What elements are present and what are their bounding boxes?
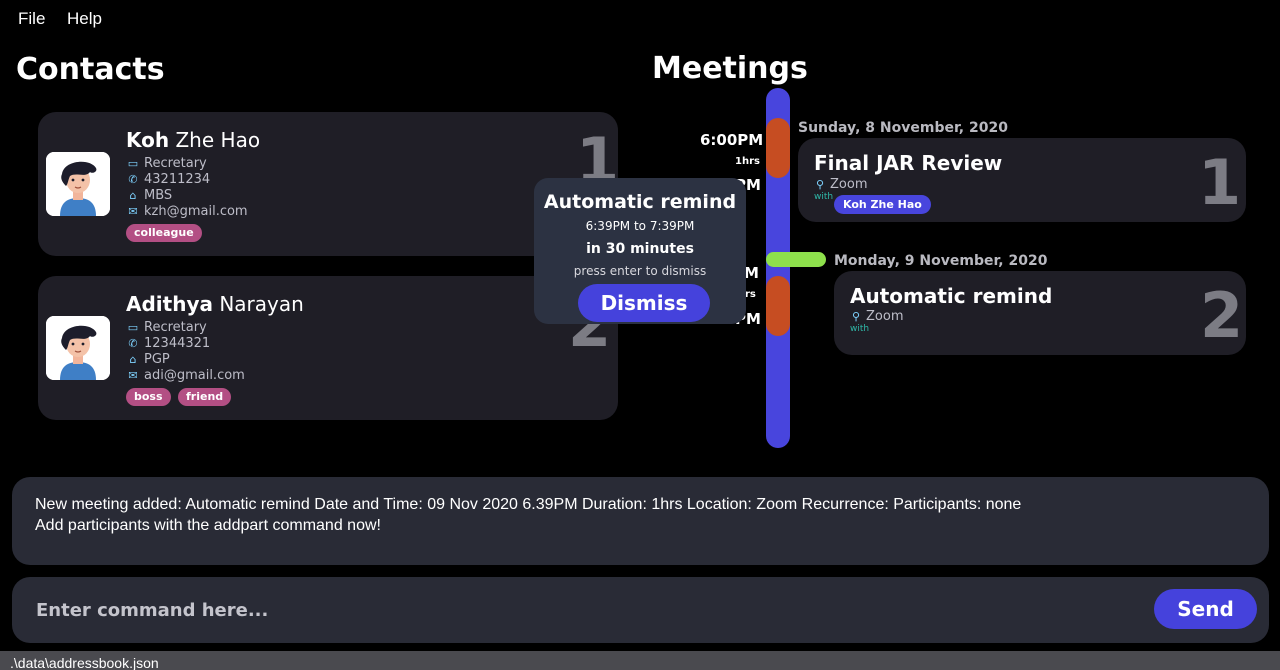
contact-email: ✉ adi@gmail.com xyxy=(126,368,244,384)
tag-badge: colleague xyxy=(126,224,202,242)
contact-name: Adithya Narayan xyxy=(126,292,304,316)
meeting-date: Sunday, 8 November, 2020 xyxy=(798,120,1008,136)
contacts-title: Contacts xyxy=(16,52,165,87)
briefcase-icon: ▭ xyxy=(127,321,139,334)
home-icon: ⌂ xyxy=(129,189,137,202)
duration-label: 1hrs xyxy=(735,156,760,167)
location-pin-icon: ⚲ xyxy=(851,310,861,323)
meeting-title: Final JAR Review xyxy=(814,151,1003,175)
result-line: Add participants with the addpart comman… xyxy=(35,517,381,534)
tag-badge: boss xyxy=(126,388,171,406)
contact-email: ✉ kzh@gmail.com xyxy=(126,204,247,220)
mail-icon: ✉ xyxy=(128,205,138,218)
save-location: .\data\addressbook.json xyxy=(10,655,159,670)
meeting-with-label: with xyxy=(814,192,834,202)
timeline-now-indicator xyxy=(766,252,826,267)
contact-name: Koh Zhe Hao xyxy=(126,128,261,152)
popup-hint: press enter to dismiss xyxy=(573,264,707,278)
time-start-label: 6:00PM xyxy=(700,131,764,149)
contact-phone: ✆ 43211234 xyxy=(126,172,210,188)
duration-label: rs xyxy=(745,289,756,300)
briefcase-icon: ▭ xyxy=(127,157,139,170)
reminder-popup: Automatic remind 6:39PM to 7:39PM in 30 … xyxy=(534,178,746,324)
result-display: New meeting added: Automatic remind Date… xyxy=(12,477,1269,565)
contact-role: ▭ Recretary xyxy=(127,320,207,335)
meeting-card[interactable]: Automatic remind ⚲ Zoom with 2 xyxy=(834,271,1246,355)
phone-icon: ✆ xyxy=(128,173,138,186)
menu-bar: File Help xyxy=(0,0,1280,38)
meeting-index: 2 xyxy=(1200,279,1244,352)
meeting-location: ⚲ Zoom xyxy=(815,177,868,192)
meetings-title: Meetings xyxy=(652,51,808,86)
meeting-location: ⚲ Zoom xyxy=(851,309,904,324)
result-text: New meeting added: Automatic remind Date… xyxy=(35,494,1245,536)
timeline-meeting-marker[interactable] xyxy=(766,118,790,178)
dismiss-button[interactable]: Dismiss xyxy=(578,284,710,322)
avatar xyxy=(46,316,110,380)
contact-phone: ✆ 12344321 xyxy=(126,336,210,352)
contact-card[interactable]: Adithya Narayan ▭ Recretary ✆ 12344321 ⌂ PG… xyxy=(38,276,618,420)
command-input[interactable] xyxy=(26,589,1146,631)
menu-help[interactable]: Help xyxy=(67,9,102,29)
phone-icon: ✆ xyxy=(128,337,138,350)
meeting-title: Automatic remind xyxy=(850,284,1053,308)
contact-address: ⌂ PGP xyxy=(126,352,170,368)
timeline-meeting-marker[interactable] xyxy=(766,276,790,336)
mail-icon: ✉ xyxy=(128,369,138,382)
status-bar: .\data\addressbook.json xyxy=(0,651,1280,670)
meeting-index: 1 xyxy=(1198,146,1242,219)
meeting-with-label: with xyxy=(850,324,870,334)
avatar xyxy=(46,152,110,216)
meeting-card[interactable]: Final JAR Review ⚲ Zoom with Koh Zhe Hao … xyxy=(798,138,1246,222)
contact-address: ⌂ MBS xyxy=(126,188,173,204)
time-start-label: M xyxy=(744,264,759,282)
tag-badge: friend xyxy=(178,388,232,406)
result-line: New meeting added: Automatic remind Date… xyxy=(35,496,1022,513)
popup-title: Automatic remind xyxy=(543,191,737,213)
popup-time: 6:39PM to 7:39PM xyxy=(585,219,695,233)
menu-file[interactable]: File xyxy=(18,9,45,29)
command-box: Send xyxy=(12,577,1269,643)
contact-card[interactable]: Koh Zhe Hao ▭ Recretary ✆ 43211234 ⌂ MBS ✉ k… xyxy=(38,112,619,256)
participant-badge: Koh Zhe Hao xyxy=(834,195,931,214)
home-icon: ⌂ xyxy=(129,353,137,366)
send-button[interactable]: Send xyxy=(1154,589,1257,629)
contact-role: ▭ Recretary xyxy=(127,156,207,171)
meeting-date: Monday, 9 November, 2020 xyxy=(834,253,1048,269)
popup-countdown: in 30 minutes xyxy=(586,241,694,257)
location-pin-icon: ⚲ xyxy=(815,178,825,191)
